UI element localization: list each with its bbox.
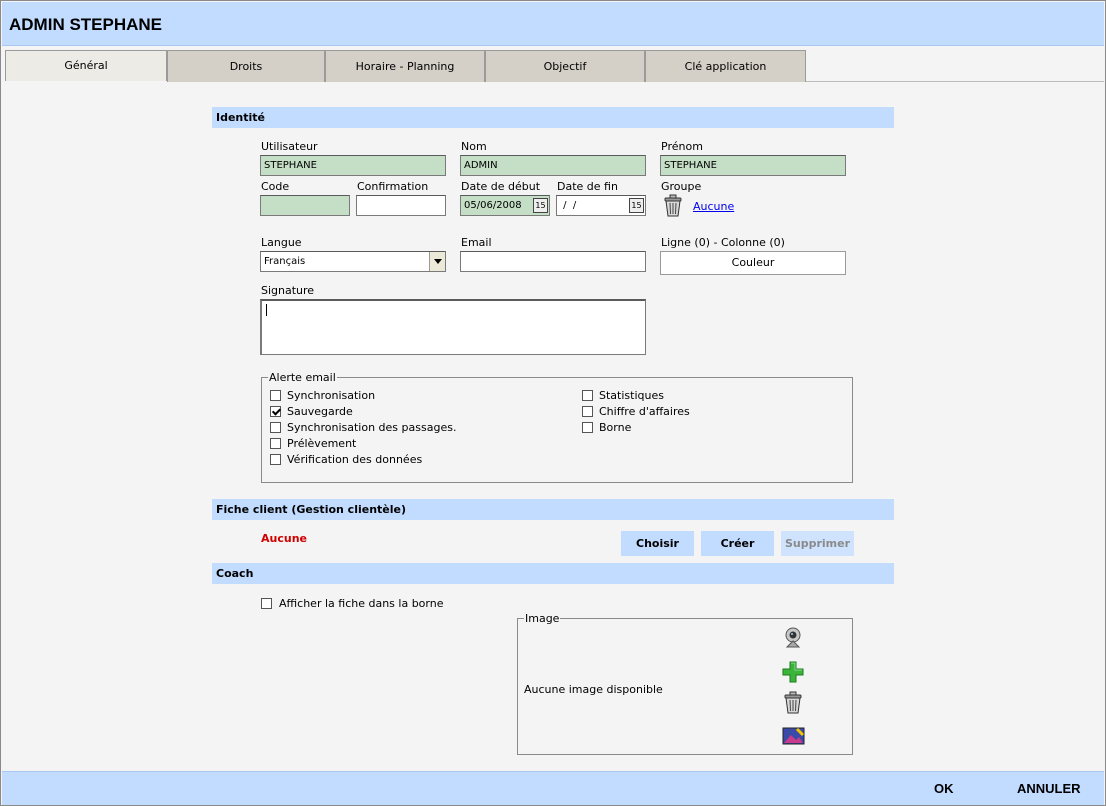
trash-icon[interactable] xyxy=(662,194,684,218)
title-bar: ADMIN STEPHANE xyxy=(2,2,1104,46)
sauvegarde-label: Sauvegarde xyxy=(287,405,353,418)
utilisateur-label: Utilisateur xyxy=(261,140,318,153)
tab-objectif[interactable]: Objectif xyxy=(485,50,645,82)
langue-value: Français xyxy=(264,256,306,267)
tab-bar: Général Droits Horaire - Planning Object… xyxy=(5,50,1103,82)
tab-divider xyxy=(806,81,1104,82)
tab-label: Horaire - Planning xyxy=(355,60,455,73)
supprimer-button[interactable]: Supprimer xyxy=(781,531,854,556)
tab-label: Droits xyxy=(229,60,263,73)
code-field[interactable] xyxy=(260,195,350,216)
tab-horaire-planning[interactable]: Horaire - Planning xyxy=(325,50,485,82)
calendar-icon[interactable]: 15 xyxy=(629,198,644,213)
chevron-down-icon[interactable] xyxy=(429,252,445,271)
prenom-field[interactable]: STEPHANE xyxy=(660,155,846,176)
prelevement-checkbox[interactable] xyxy=(270,438,281,449)
image-edit-icon[interactable] xyxy=(782,726,806,746)
date-debut-label: Date de début xyxy=(461,180,541,193)
image-empty-text: Aucune image disponible xyxy=(524,683,663,696)
tab-label: Objectif xyxy=(543,60,587,73)
creer-button[interactable]: Créer xyxy=(701,531,774,556)
langue-label: Langue xyxy=(261,236,302,249)
date-fin-field[interactable]: / / 15 xyxy=(556,195,646,216)
section-fiche-client: Fiche client (Gestion clientèle) xyxy=(212,499,894,520)
footer-bar: OK ANNULER xyxy=(2,771,1104,805)
confirmation-field[interactable] xyxy=(356,195,446,216)
statistiques-checkbox[interactable] xyxy=(582,390,593,401)
tab-label: Clé application xyxy=(684,60,767,73)
tab-droits[interactable]: Droits xyxy=(167,50,325,82)
sauvegarde-checkbox[interactable] xyxy=(270,406,281,417)
chiffre-affaires-checkbox[interactable] xyxy=(582,406,593,417)
code-label: Code xyxy=(261,180,290,193)
verification-donnees-checkbox[interactable] xyxy=(270,454,281,465)
groupe-link[interactable]: Aucune xyxy=(693,200,734,213)
tab-label: Général xyxy=(64,59,108,72)
synchronisation-checkbox[interactable] xyxy=(270,390,281,401)
section-coach: Coach xyxy=(212,563,894,584)
couleur-button[interactable]: Couleur xyxy=(660,251,846,275)
alerte-email-legend: Alerte email xyxy=(268,371,337,384)
borne-checkbox[interactable] xyxy=(582,422,593,433)
langue-select[interactable]: Français xyxy=(260,251,446,272)
tab-general[interactable]: Général xyxy=(5,50,167,81)
synchronisation-label: Synchronisation xyxy=(287,389,376,402)
image-legend: Image xyxy=(524,612,561,625)
statistiques-label: Statistiques xyxy=(599,389,664,402)
section-identite: Identité xyxy=(212,107,894,128)
webcam-icon[interactable] xyxy=(781,627,805,649)
verification-donnees-label: Vérification des données xyxy=(287,453,423,466)
confirmation-label: Confirmation xyxy=(357,180,429,193)
borne-label: Borne xyxy=(599,421,632,434)
trash-icon[interactable] xyxy=(782,691,804,715)
afficher-fiche-label: Afficher la fiche dans la borne xyxy=(279,597,444,610)
signature-field[interactable] xyxy=(260,299,646,355)
tab-cle-application[interactable]: Clé application xyxy=(645,50,806,82)
calendar-icon[interactable]: 15 xyxy=(533,198,548,213)
add-icon[interactable] xyxy=(781,660,805,684)
date-debut-value: 05/06/2008 xyxy=(464,200,522,211)
utilisateur-field[interactable]: STEPHANE xyxy=(260,155,446,176)
groupe-label: Groupe xyxy=(661,180,702,193)
date-fin-label: Date de fin xyxy=(557,180,618,193)
email-label: Email xyxy=(461,236,492,249)
fiche-client-value: Aucune xyxy=(261,532,307,545)
window-title: ADMIN STEPHANE xyxy=(9,15,163,34)
ok-button[interactable]: OK xyxy=(934,781,954,796)
email-field[interactable] xyxy=(460,251,646,272)
nom-field[interactable]: ADMIN xyxy=(460,155,646,176)
prelevement-label: Prélèvement xyxy=(287,437,357,450)
choisir-button[interactable]: Choisir xyxy=(621,531,694,556)
chiffre-affaires-label: Chiffre d'affaires xyxy=(599,405,690,418)
nom-label: Nom xyxy=(461,140,487,153)
synchronisation-passages-label: Synchronisation des passages. xyxy=(287,421,457,434)
user-edit-window: ADMIN STEPHANE Général Droits Horaire - … xyxy=(0,0,1106,806)
afficher-fiche-checkbox[interactable] xyxy=(261,598,272,609)
ligne-colonne-label: Ligne (0) - Colonne (0) xyxy=(661,236,785,249)
text-cursor xyxy=(266,304,267,316)
date-fin-value: / / xyxy=(560,200,577,211)
annuler-button[interactable]: ANNULER xyxy=(1017,781,1081,796)
signature-label: Signature xyxy=(261,284,315,297)
date-debut-field[interactable]: 05/06/2008 15 xyxy=(460,195,550,216)
prenom-label: Prénom xyxy=(661,140,703,153)
synchronisation-passages-checkbox[interactable] xyxy=(270,422,281,433)
